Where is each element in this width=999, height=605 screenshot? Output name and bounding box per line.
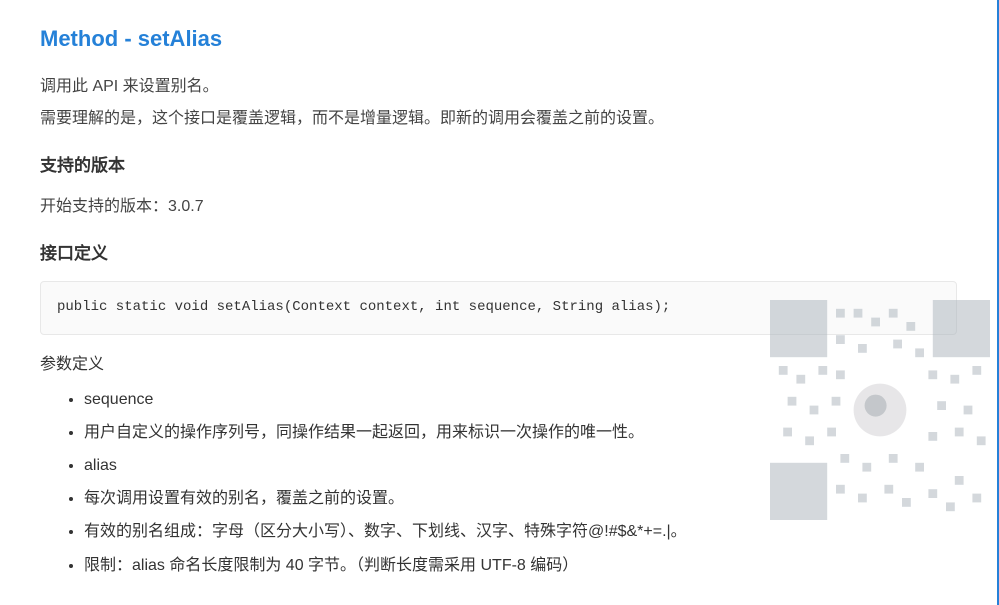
- intro-line-2: 需要理解的是，这个接口是覆盖逻辑，而不是增量逻辑。即新的调用会覆盖之前的设置。: [40, 105, 957, 132]
- qr-code-image: [770, 300, 990, 520]
- intro-line-1: 调用此 API 来设置别名。: [40, 73, 957, 100]
- version-text: 开始支持的版本：3.0.7: [40, 193, 957, 220]
- version-heading: 支持的版本: [40, 152, 957, 181]
- list-item: 限制：alias 命名长度限制为 40 字节。（判断长度需采用 UTF-8 编码…: [84, 552, 957, 579]
- interface-heading: 接口定义: [40, 240, 957, 269]
- method-title: Method - setAlias: [40, 20, 957, 57]
- list-item: 有效的别名组成：字母（区分大小写）、数字、下划线、汉字、特殊字符@!#$&*+=…: [84, 518, 957, 545]
